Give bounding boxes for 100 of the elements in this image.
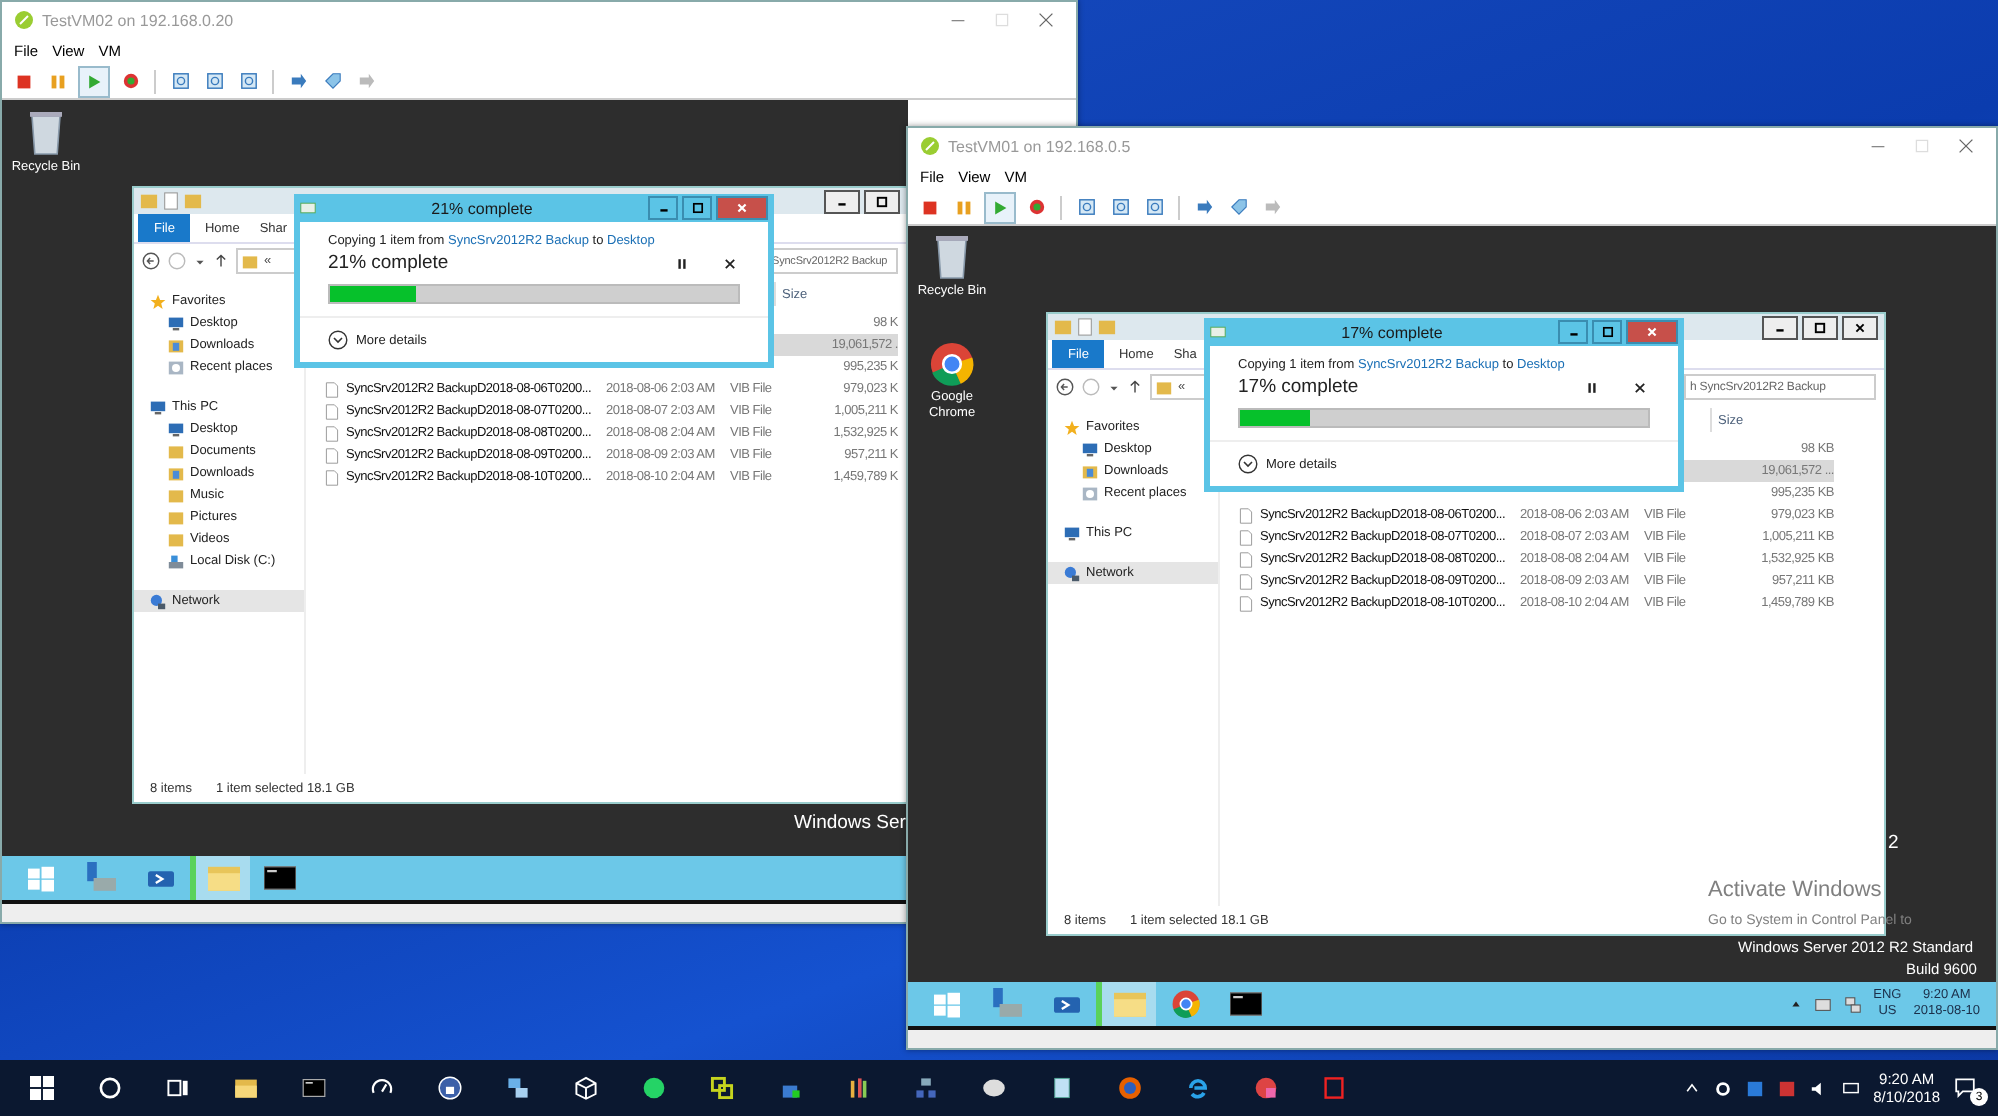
folder-icon: [168, 337, 184, 353]
terminal-icon[interactable]: [264, 862, 296, 894]
close-icon: [1634, 381, 1646, 393]
cancel-button[interactable]: [720, 253, 740, 273]
maximize-button[interactable]: [682, 196, 712, 220]
dropdown-icon[interactable]: [194, 255, 206, 267]
task-view-icon[interactable]: [166, 1076, 190, 1100]
folder-icon: [1098, 318, 1116, 336]
arrow-icon: [1263, 198, 1281, 216]
folder-icon[interactable]: [234, 1076, 258, 1100]
folder-icon: [140, 192, 158, 210]
folder-icon: [1054, 318, 1072, 336]
maximize-icon: [994, 12, 1010, 28]
monitor-icon: [168, 315, 184, 331]
close-button[interactable]: [1842, 315, 1878, 339]
minimize-button[interactable]: [824, 189, 860, 213]
close-icon: [1958, 138, 1974, 154]
maximize-button[interactable]: [1802, 315, 1838, 339]
play-icon: [86, 73, 102, 89]
leaf-icon: [14, 10, 34, 30]
dropdown-icon[interactable]: [1108, 381, 1120, 393]
reset-icon: [1027, 198, 1045, 216]
search-icon[interactable]: [98, 1076, 122, 1100]
maximize-icon: [691, 202, 703, 214]
up-arrow-icon[interactable]: [214, 254, 228, 268]
watermark-text: 2: [1888, 832, 1899, 854]
pause-button[interactable]: [672, 253, 692, 273]
network-icon: [150, 593, 166, 609]
up-arrow-icon[interactable]: [1128, 380, 1142, 394]
window-title: TestVM02 on 192.168.0.20: [42, 11, 236, 29]
server-icon[interactable]: [990, 988, 1022, 1020]
minimize-button[interactable]: [1762, 315, 1798, 339]
copy-icon: [1210, 324, 1226, 340]
play-icon: [992, 199, 1008, 215]
arrow-icon: [1195, 198, 1213, 216]
pencils-icon[interactable]: [846, 1076, 870, 1100]
back-icon[interactable]: [142, 252, 160, 270]
monitor-icon: [150, 399, 166, 415]
stop-icon: [922, 199, 938, 215]
network-icon[interactable]: [914, 1076, 938, 1100]
ie-icon[interactable]: [1186, 1076, 1210, 1100]
folder-icon: [1156, 379, 1172, 395]
notepad-icon[interactable]: [1050, 1076, 1074, 1100]
maximize-button[interactable]: [864, 189, 900, 213]
caret-up-icon[interactable]: [1683, 1080, 1700, 1096]
star-icon: [1064, 419, 1080, 435]
gear-icon[interactable]: [1713, 1079, 1732, 1097]
monitor-icon: [1082, 441, 1098, 457]
network-icon: [1064, 565, 1080, 581]
start-button[interactable]: [984, 191, 1016, 223]
recycle-bin-icon[interactable]: [26, 108, 66, 156]
server-icon[interactable]: [84, 862, 116, 894]
maximize-icon: [1601, 326, 1613, 338]
network-icon[interactable]: [506, 1076, 530, 1100]
recycle-bin-icon[interactable]: [932, 232, 972, 280]
tag-icon: [1229, 198, 1247, 216]
pause-icon: [50, 73, 66, 89]
dialog-title: 17% complete: [1339, 323, 1445, 341]
monitor-icon: [1064, 525, 1080, 541]
circle-icon[interactable]: [1254, 1076, 1278, 1100]
minimize-button[interactable]: [1558, 320, 1588, 344]
star-icon: [150, 293, 166, 309]
chevron-circle-icon[interactable]: [328, 330, 348, 350]
terminal-icon[interactable]: [302, 1076, 326, 1100]
window-title: TestVM01 on 192.168.0.5: [948, 137, 1133, 155]
squares-icon[interactable]: [710, 1076, 734, 1100]
leaf-icon: [920, 136, 940, 156]
powershell-icon[interactable]: [147, 865, 173, 891]
close-icon: [724, 257, 736, 269]
chrome-icon[interactable]: [930, 342, 974, 386]
copy-icon: [300, 200, 316, 216]
start-button[interactable]: [78, 65, 110, 97]
back-icon[interactable]: [1056, 378, 1074, 396]
terminal-icon[interactable]: [1230, 988, 1262, 1020]
windows-logo-icon[interactable]: [30, 1076, 54, 1100]
cube-icon[interactable]: [574, 1076, 598, 1100]
progress-status: 21% complete: [328, 252, 451, 274]
caret-up-icon[interactable]: [1789, 998, 1802, 1010]
cancel-button[interactable]: [1630, 377, 1650, 397]
watermark-text: Windows Ser: [794, 812, 906, 834]
powershell-icon[interactable]: [1053, 991, 1079, 1017]
folder-icon: [242, 253, 258, 269]
chat-icon[interactable]: [642, 1076, 666, 1100]
maximize-button[interactable]: [1592, 320, 1622, 344]
maximize-icon: [876, 195, 888, 207]
pause-icon: [1586, 381, 1598, 393]
pause-button[interactable]: [1582, 377, 1602, 397]
monitor-icon[interactable]: [1841, 1079, 1860, 1097]
arrow-icon: [357, 72, 375, 90]
drive-icon: [168, 553, 184, 569]
chevron-circle-icon[interactable]: [1238, 454, 1258, 474]
pause-icon: [676, 257, 688, 269]
close-icon: [1854, 321, 1866, 333]
activation-notice: Activate Windows: [1708, 878, 1882, 902]
reset-icon: [121, 72, 139, 90]
firefox-icon[interactable]: [1118, 1076, 1142, 1100]
minimize-button[interactable]: [648, 196, 678, 220]
maximize-icon: [1814, 321, 1826, 333]
close-icon: [736, 202, 748, 214]
stop-icon: [16, 73, 32, 89]
